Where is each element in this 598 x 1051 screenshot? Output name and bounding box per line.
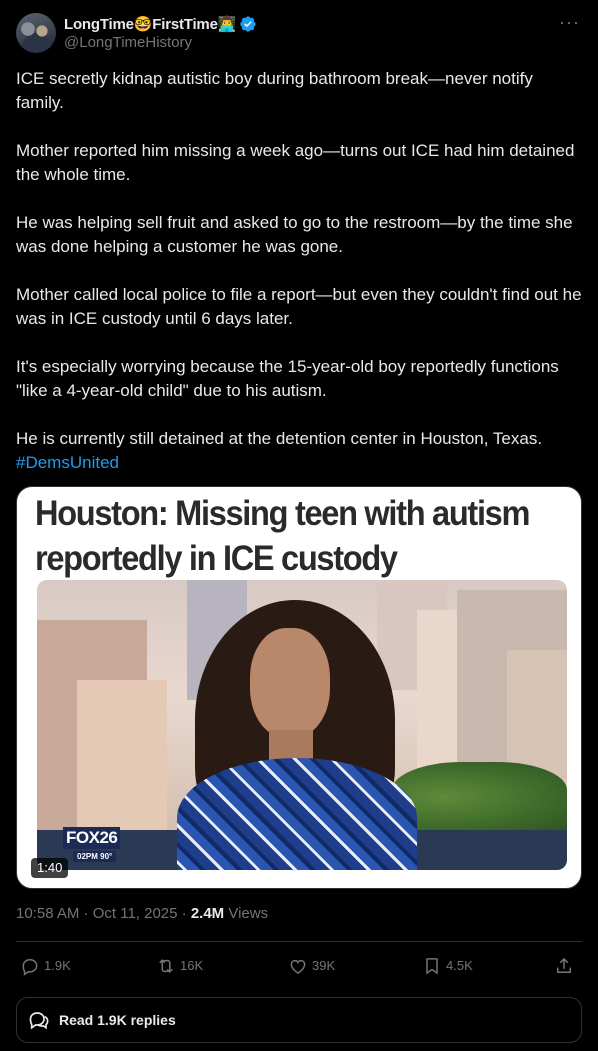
tweet-paragraph-text: He is currently still detained at the de… [16,429,543,448]
like-count: 39K [312,958,336,973]
tweet-paragraph: It's especially worrying because the 15-… [16,357,559,400]
station-ticker: 02PM 90° [73,851,117,862]
bookmark-count: 4.5K [446,958,473,973]
tweet-paragraph: ICE secretly kidnap autistic boy during … [16,69,533,112]
author-name-row[interactable]: LongTime🤓FirstTime👨‍💻 [64,14,257,34]
action-bar: 1.9K 16K 39K 4.5K [16,952,582,980]
repost-icon [159,959,173,973]
video-frame[interactable]: FOX26 02PM 90° [37,580,567,870]
author-handle[interactable]: @LongTimeHistory [64,34,192,51]
heart-icon [290,959,306,974]
divider [16,941,582,942]
building [507,650,567,780]
tweet-paragraph: He is currently still detained at the de… [16,427,582,475]
views-count: 2.4M [190,905,225,922]
station-logo: FOX26 [63,827,121,849]
video-player[interactable]: Houston: Missing teen with autism report… [16,486,582,889]
news-anchor-face [250,628,330,738]
building [77,680,167,830]
reply-icon [22,959,38,976]
bookmark-button[interactable]: 4.5K [422,952,473,980]
verified-badge-icon [240,16,256,32]
avatar[interactable] [16,13,56,53]
chat-bubbles-icon [29,1012,49,1030]
tweet-paragraph: He was helping sell fruit and asked to g… [16,213,573,256]
repost-button[interactable]: 16K [156,952,203,980]
tweet-meta: 10:58 AM · Oct 11, 2025 · 2.4M Views [16,905,268,922]
trees [392,762,567,832]
tweet: LongTime🤓FirstTime👨‍💻 @LongTimeHistory ·… [0,0,598,1051]
more-options-icon[interactable]: ··· [559,13,580,31]
video-headline: Houston: Missing teen with autism report… [35,491,537,581]
views-label: Views [224,905,269,922]
read-replies-button[interactable]: Read 1.9K replies [16,997,582,1043]
like-button[interactable]: 39K [288,952,335,980]
display-name[interactable]: LongTime🤓FirstTime👨‍💻 [64,15,236,33]
video-duration-badge: 1:40 [31,858,69,878]
station-bug: FOX26 02PM 90° [59,827,149,867]
tweet-text: ICE secretly kidnap autistic boy during … [16,67,582,475]
bookmark-icon [426,958,438,975]
tweet-paragraph: Mother called local police to file a rep… [16,285,582,328]
share-button[interactable] [554,952,578,980]
news-anchor-dress [177,758,417,870]
tweet-header: LongTime🤓FirstTime👨‍💻 @LongTimeHistory ·… [16,13,582,53]
read-replies-label: Read 1.9K replies [59,1012,176,1028]
reply-button[interactable]: 1.9K [20,952,71,980]
hashtag-link[interactable]: #DemsUnited [16,453,119,472]
video-headline-line: Houston: Missing teen with autism [35,494,530,533]
repost-count: 16K [180,958,204,973]
video-headline-line: reportedly in ICE custody [35,539,398,578]
reply-count: 1.9K [44,958,71,973]
tweet-paragraph: Mother reported him missing a week ago—t… [16,141,575,184]
timestamp[interactable]: 10:58 AM · Oct 11, 2025 · [16,905,191,922]
share-icon [557,957,571,973]
